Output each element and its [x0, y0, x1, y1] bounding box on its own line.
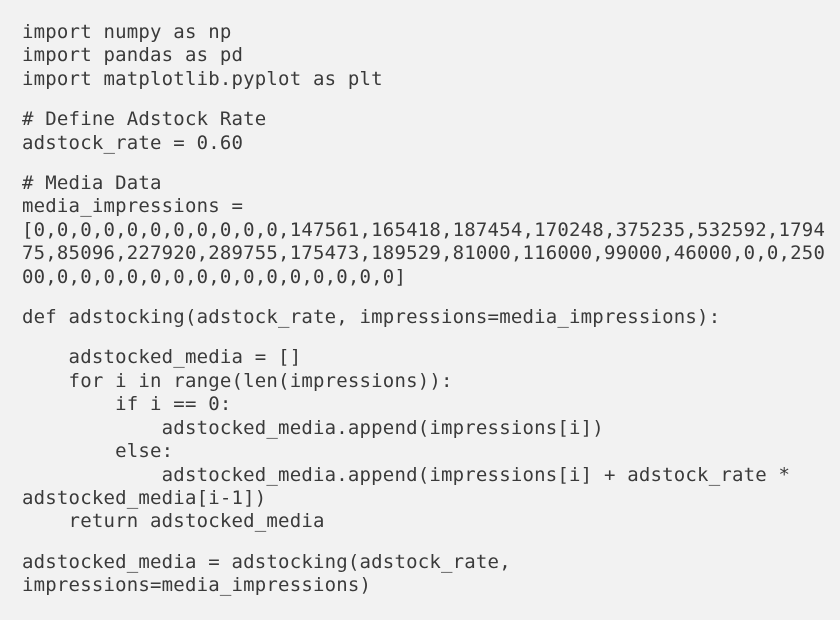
- function-body-line-6: adstocked_media.append(impressions[i] + …: [22, 463, 791, 486]
- media-values-line-1: [0,0,0,0,0,0,0,0,0,0,0,147561,165418,187…: [22, 218, 826, 241]
- media-impressions-line: media_impressions =: [22, 195, 244, 218]
- import-matplotlib-line: import matplotlib.pyplot as plt: [22, 67, 383, 90]
- import-pandas-line: import pandas as pd: [22, 44, 244, 67]
- call-line-2: impressions=media_impressions): [22, 574, 372, 597]
- function-body-line-2: for i in range(len(impressions)):: [22, 369, 453, 392]
- function-def-line: def adstocking(adstock_rate, impressions…: [22, 306, 721, 329]
- function-body-line-5: else:: [22, 440, 174, 463]
- code-block: import numpy as np import pandas as pd i…: [0, 0, 840, 620]
- media-comment-line: # Media Data: [22, 172, 162, 195]
- function-body-line-8: return adstocked_media: [22, 510, 325, 533]
- function-body-line-1: adstocked_media = []: [22, 346, 302, 369]
- function-body-line-3: if i == 0:: [22, 393, 232, 416]
- import-numpy-line: import numpy as np: [22, 21, 232, 43]
- adstock-comment-line: # Define Adstock Rate: [22, 108, 267, 131]
- function-body-line-4: adstocked_media.append(impressions[i]): [22, 416, 604, 439]
- media-values-line-3: 00,0,0,0,0,0,0,0,0,0,0,0,0,0,0,0]: [22, 265, 407, 288]
- adstock-rate-line: adstock_rate = 0.60: [22, 131, 244, 154]
- call-line-1: adstocked_media = adstocking(adstock_rat…: [22, 550, 511, 573]
- media-values-line-2: 75,85096,227920,289755,175473,189529,810…: [22, 242, 826, 265]
- function-body-line-7: adstocked_media[i-1]): [22, 486, 267, 509]
